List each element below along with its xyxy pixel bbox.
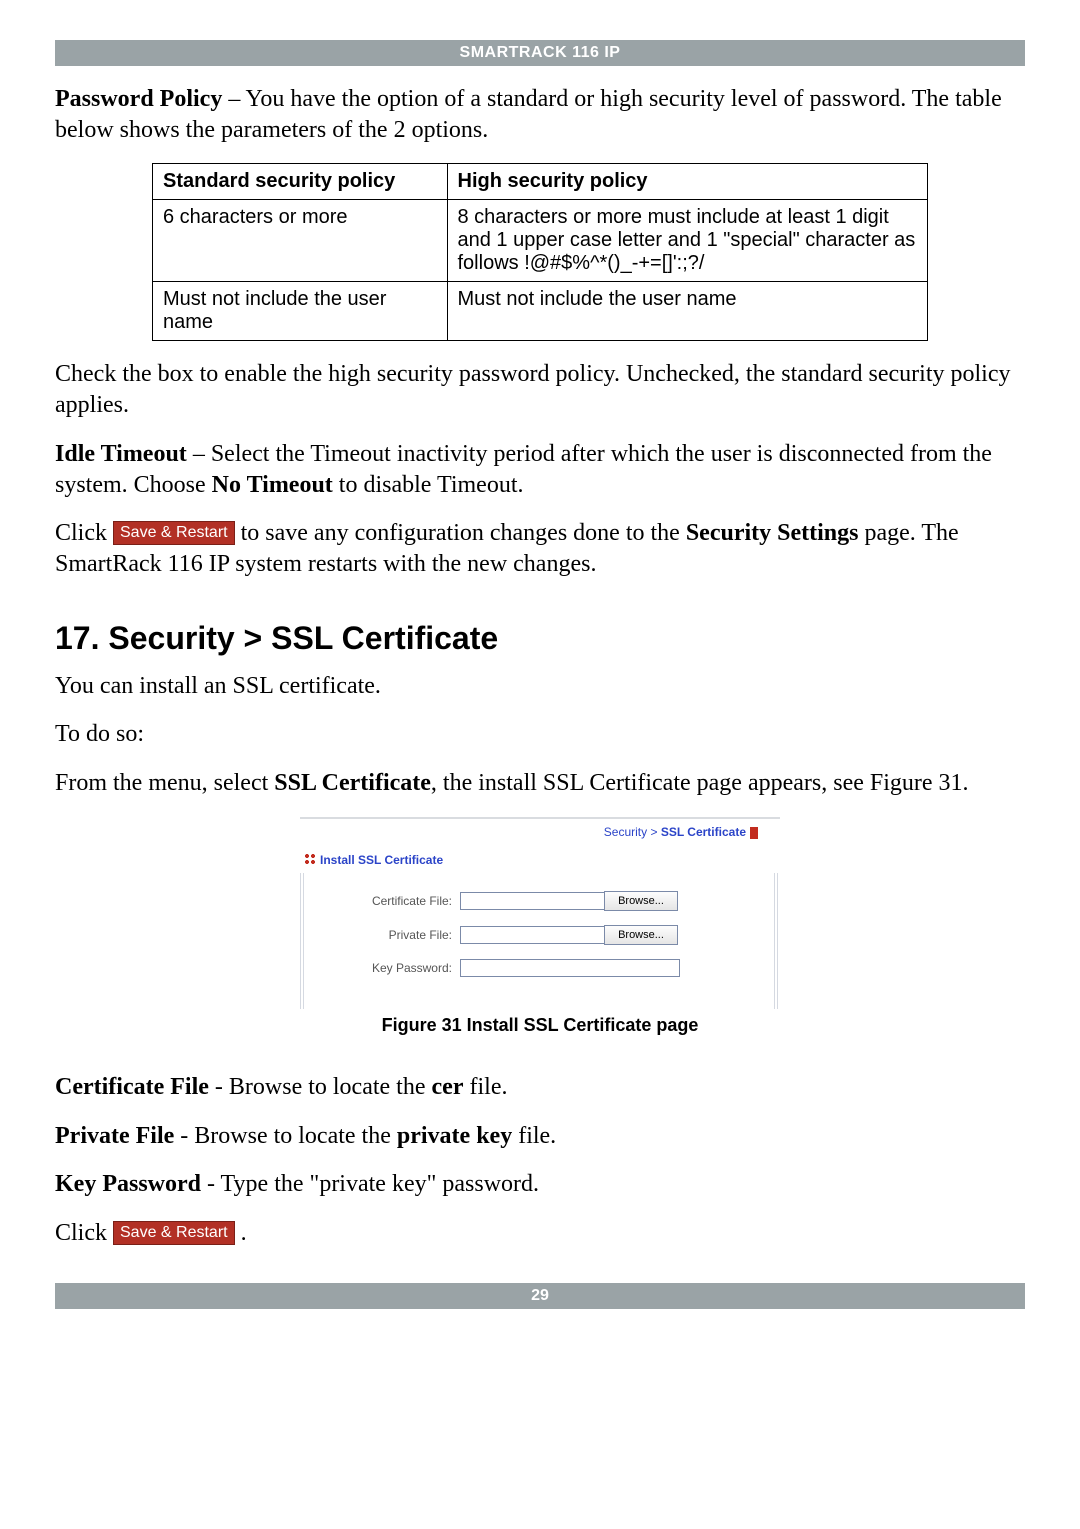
breadcrumb: Security > SSL Certificate	[300, 819, 780, 849]
final-click-pre: Click	[55, 1220, 113, 1246]
from-menu-a: From the menu, select	[55, 770, 274, 796]
breadcrumb-security: Security	[604, 825, 647, 839]
password-policy-label: Password Policy	[55, 86, 222, 112]
final-click-post: .	[235, 1220, 247, 1246]
section-heading-ssl: 17. Security > SSL Certificate	[55, 620, 1025, 657]
save-mid: to save any configuration changes done t…	[235, 520, 686, 546]
private-key-bold: private key	[397, 1123, 512, 1149]
certificate-file-label: Certificate File:	[310, 894, 460, 908]
policy-table: Standard security policy High security p…	[152, 163, 928, 341]
from-menu-paragraph: From the menu, select SSL Certificate, t…	[55, 768, 1025, 799]
save-restart-button-image-2: Save & Restart	[113, 1221, 235, 1245]
section-icon	[304, 853, 316, 865]
checkbox-note: Check the box to enable the high securit…	[55, 359, 1025, 420]
figure-caption: Figure 31 Install SSL Certificate page	[300, 1015, 780, 1036]
table-row: Must not include the user name Must not …	[153, 282, 928, 341]
idle-timeout-label: Idle Timeout	[55, 441, 187, 467]
key-password-description: Key Password - Type the "private key" pa…	[55, 1169, 1025, 1200]
install-ssl-title: Install SSL Certificate	[320, 853, 443, 867]
policy-cell-std-0: 6 characters or more	[153, 200, 448, 282]
certificate-file-bold: Certificate File	[55, 1074, 209, 1100]
security-settings-label: Security Settings	[686, 520, 859, 546]
page-header-bar: SMARTRACK 116 IP	[55, 40, 1025, 66]
certificate-file-end: file.	[463, 1074, 507, 1100]
key-password-bold: Key Password	[55, 1171, 201, 1197]
from-menu-b: , the install SSL Certificate page appea…	[431, 770, 969, 796]
password-policy-paragraph: Password Policy – You have the option of…	[55, 84, 1025, 145]
private-file-end: file.	[512, 1123, 556, 1149]
save-restart-button-image: Save & Restart	[113, 521, 235, 545]
click-prefix: Click	[55, 520, 113, 546]
install-ssl-section-header: Install SSL Certificate	[300, 849, 780, 873]
caret-icon	[750, 827, 758, 839]
private-file-input[interactable]	[460, 926, 605, 944]
private-file-description: Private File - Browse to locate the priv…	[55, 1121, 1025, 1152]
breadcrumb-sep: >	[647, 825, 661, 839]
to-do-so: To do so:	[55, 719, 1025, 750]
breadcrumb-ssl-certificate: SSL Certificate	[661, 825, 746, 839]
policy-cell-high-0: 8 characters or more must include at lea…	[447, 200, 928, 282]
key-password-label: Key Password:	[310, 961, 460, 975]
certificate-file-description: Certificate File - Browse to locate the …	[55, 1072, 1025, 1103]
certificate-file-input[interactable]	[460, 892, 605, 910]
cer-bold: cer	[432, 1074, 464, 1100]
key-password-input[interactable]	[460, 959, 680, 977]
private-browse-button[interactable]: Browse...	[604, 925, 678, 945]
certificate-browse-button[interactable]: Browse...	[604, 891, 678, 911]
page-number: 29	[531, 1287, 549, 1304]
table-row: 6 characters or more 8 characters or mor…	[153, 200, 928, 282]
idle-timeout-paragraph: Idle Timeout – Select the Timeout inacti…	[55, 439, 1025, 500]
private-file-label: Private File:	[310, 928, 460, 942]
policy-cell-high-1: Must not include the user name	[447, 282, 928, 341]
private-file-mid: - Browse to locate the	[174, 1123, 397, 1149]
policy-header-standard: Standard security policy	[153, 164, 448, 200]
page-footer-bar: 29	[55, 1283, 1025, 1309]
private-file-bold: Private File	[55, 1123, 174, 1149]
final-click-paragraph: Click Save & Restart .	[55, 1218, 1025, 1249]
no-timeout-label: No Timeout	[212, 472, 333, 498]
save-restart-paragraph: Click Save & Restart to save any configu…	[55, 518, 1025, 579]
idle-timeout-text-b: to disable Timeout.	[333, 472, 524, 498]
policy-cell-std-1: Must not include the user name	[153, 282, 448, 341]
header-title: SMARTRACK 116 IP	[460, 44, 621, 61]
certificate-file-mid: - Browse to locate the	[209, 1074, 432, 1100]
install-ssl-screenshot: Security > SSL Certificate Install SSL C…	[300, 817, 780, 1036]
ssl-form-area: Certificate File: Browse... Private File…	[300, 873, 780, 1009]
policy-header-high: High security policy	[447, 164, 928, 200]
key-password-rest: - Type the "private key" password.	[201, 1171, 539, 1197]
from-menu-bold: SSL Certificate	[274, 770, 431, 796]
ssl-intro: You can install an SSL certificate.	[55, 671, 1025, 702]
